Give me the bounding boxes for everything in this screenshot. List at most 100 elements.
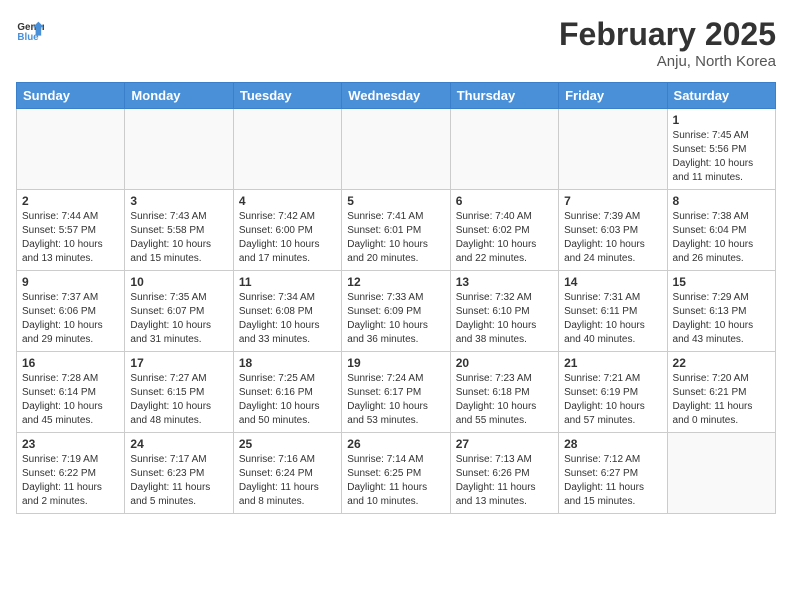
day-number: 10 [130, 275, 227, 289]
weekday-header: Tuesday [233, 83, 341, 109]
day-info: Sunrise: 7:25 AM Sunset: 6:16 PM Dayligh… [239, 372, 336, 428]
day-number: 24 [130, 437, 227, 451]
weekday-header: Monday [125, 83, 233, 109]
day-number: 19 [347, 356, 444, 370]
day-info: Sunrise: 7:43 AM Sunset: 5:58 PM Dayligh… [130, 210, 227, 266]
day-number: 13 [456, 275, 553, 289]
calendar-week-row: 16 Sunrise: 7:28 AM Sunset: 6:14 PM Dayli… [17, 352, 776, 433]
day-info: Sunrise: 7:23 AM Sunset: 6:18 PM Dayligh… [456, 372, 553, 428]
day-number: 4 [239, 194, 336, 208]
calendar-cell: 24 Sunrise: 7:17 AM Sunset: 6:23 PM Dayli… [125, 433, 233, 514]
calendar-week-row: 23 Sunrise: 7:19 AM Sunset: 6:22 PM Dayli… [17, 433, 776, 514]
day-info: Sunrise: 7:17 AM Sunset: 6:23 PM Dayligh… [130, 453, 227, 509]
calendar-cell: 15Sunrise: 7:29 AM Sunset: 6:13 PM Dayli… [667, 271, 775, 352]
calendar-cell [17, 109, 125, 190]
calendar-cell: 26 Sunrise: 7:14 AM Sunset: 6:25 PM Dayli… [342, 433, 450, 514]
day-info: Sunrise: 7:21 AM Sunset: 6:19 PM Dayligh… [564, 372, 661, 428]
location: Anju, North Korea [559, 53, 776, 70]
day-number: 14 [564, 275, 661, 289]
month-year: February 2025 [559, 16, 776, 53]
calendar-week-row: 1 Sunrise: 7:45 AM Sunset: 5:56 PM Daylig… [17, 109, 776, 190]
day-number: 27 [456, 437, 553, 451]
day-info: Sunrise: 7:14 AM Sunset: 6:25 PM Dayligh… [347, 453, 444, 509]
calendar-cell: 28 Sunrise: 7:12 AM Sunset: 6:27 PM Dayli… [559, 433, 667, 514]
day-number: 21 [564, 356, 661, 370]
calendar-cell: 16 Sunrise: 7:28 AM Sunset: 6:14 PM Dayli… [17, 352, 125, 433]
day-number: 6 [456, 194, 553, 208]
calendar-cell: 10 Sunrise: 7:35 AM Sunset: 6:07 PM Dayli… [125, 271, 233, 352]
calendar-cell [342, 109, 450, 190]
day-info: Sunrise: 7:24 AM Sunset: 6:17 PM Dayligh… [347, 372, 444, 428]
day-number: 8 [673, 194, 770, 208]
calendar-cell [450, 109, 558, 190]
calendar-cell: 19 Sunrise: 7:24 AM Sunset: 6:17 PM Dayli… [342, 352, 450, 433]
calendar-cell: 5Sunrise: 7:41 AM Sunset: 6:01 PM Daylig… [342, 190, 450, 271]
day-info: Sunrise: 7:37 AM Sunset: 6:06 PM Dayligh… [22, 291, 119, 347]
weekday-header-row: SundayMondayTuesdayWednesdayThursdayFrid… [17, 83, 776, 109]
day-info: Sunrise: 7:27 AM Sunset: 6:15 PM Dayligh… [130, 372, 227, 428]
calendar-cell: 20 Sunrise: 7:23 AM Sunset: 6:18 PM Dayli… [450, 352, 558, 433]
weekday-header: Wednesday [342, 83, 450, 109]
day-info: Sunrise: 7:33 AM Sunset: 6:09 PM Dayligh… [347, 291, 444, 347]
calendar-cell: 7 Sunrise: 7:39 AM Sunset: 6:03 PM Daylig… [559, 190, 667, 271]
calendar-cell: 8 Sunrise: 7:38 AM Sunset: 6:04 PM Daylig… [667, 190, 775, 271]
day-info: Sunrise: 7:39 AM Sunset: 6:03 PM Dayligh… [564, 210, 661, 266]
calendar-cell: 3Sunrise: 7:43 AM Sunset: 5:58 PM Daylig… [125, 190, 233, 271]
calendar-cell: 6 Sunrise: 7:40 AM Sunset: 6:02 PM Daylig… [450, 190, 558, 271]
day-number: 18 [239, 356, 336, 370]
day-info: Sunrise: 7:13 AM Sunset: 6:26 PM Dayligh… [456, 453, 553, 509]
day-number: 26 [347, 437, 444, 451]
day-number: 28 [564, 437, 661, 451]
day-info: Sunrise: 7:35 AM Sunset: 6:07 PM Dayligh… [130, 291, 227, 347]
calendar-week-row: 2 Sunrise: 7:44 AM Sunset: 5:57 PM Daylig… [17, 190, 776, 271]
day-info: Sunrise: 7:19 AM Sunset: 6:22 PM Dayligh… [22, 453, 119, 509]
calendar-cell [667, 433, 775, 514]
calendar-cell [125, 109, 233, 190]
calendar-cell: 4 Sunrise: 7:42 AM Sunset: 6:00 PM Daylig… [233, 190, 341, 271]
day-info: Sunrise: 7:28 AM Sunset: 6:14 PM Dayligh… [22, 372, 119, 428]
day-info: Sunrise: 7:42 AM Sunset: 6:00 PM Dayligh… [239, 210, 336, 266]
day-number: 11 [239, 275, 336, 289]
day-info: Sunrise: 7:12 AM Sunset: 6:27 PM Dayligh… [564, 453, 661, 509]
day-number: 5 [347, 194, 444, 208]
page-header: General Blue February 2025 Anju, North K… [16, 16, 776, 70]
calendar-cell: 17 Sunrise: 7:27 AM Sunset: 6:15 PM Dayli… [125, 352, 233, 433]
day-info: Sunrise: 7:32 AM Sunset: 6:10 PM Dayligh… [456, 291, 553, 347]
day-info: Sunrise: 7:16 AM Sunset: 6:24 PM Dayligh… [239, 453, 336, 509]
calendar-cell: 12 Sunrise: 7:33 AM Sunset: 6:09 PM Dayli… [342, 271, 450, 352]
weekday-header: Friday [559, 83, 667, 109]
day-number: 12 [347, 275, 444, 289]
calendar-cell [233, 109, 341, 190]
day-number: 20 [456, 356, 553, 370]
calendar-cell: 21 Sunrise: 7:21 AM Sunset: 6:19 PM Dayli… [559, 352, 667, 433]
calendar-cell: 11Sunrise: 7:34 AM Sunset: 6:08 PM Dayli… [233, 271, 341, 352]
day-number: 1 [673, 113, 770, 127]
calendar-cell: 22Sunrise: 7:20 AM Sunset: 6:21 PM Dayli… [667, 352, 775, 433]
weekday-header: Sunday [17, 83, 125, 109]
month-title: February 2025 Anju, North Korea [559, 16, 776, 70]
weekday-header: Thursday [450, 83, 558, 109]
calendar-cell: 13 Sunrise: 7:32 AM Sunset: 6:10 PM Dayli… [450, 271, 558, 352]
day-number: 23 [22, 437, 119, 451]
calendar-cell: 27 Sunrise: 7:13 AM Sunset: 6:26 PM Dayli… [450, 433, 558, 514]
day-info: Sunrise: 7:38 AM Sunset: 6:04 PM Dayligh… [673, 210, 770, 266]
day-info: Sunrise: 7:44 AM Sunset: 5:57 PM Dayligh… [22, 210, 119, 266]
day-number: 17 [130, 356, 227, 370]
day-number: 2 [22, 194, 119, 208]
logo-icon: General Blue [16, 16, 44, 44]
day-info: Sunrise: 7:40 AM Sunset: 6:02 PM Dayligh… [456, 210, 553, 266]
day-number: 9 [22, 275, 119, 289]
day-number: 7 [564, 194, 661, 208]
day-number: 25 [239, 437, 336, 451]
calendar-cell: 23 Sunrise: 7:19 AM Sunset: 6:22 PM Dayli… [17, 433, 125, 514]
day-info: Sunrise: 7:20 AM Sunset: 6:21 PM Dayligh… [673, 372, 770, 428]
calendar-table: SundayMondayTuesdayWednesdayThursdayFrid… [16, 82, 776, 514]
calendar-week-row: 9 Sunrise: 7:37 AM Sunset: 6:06 PM Daylig… [17, 271, 776, 352]
calendar-cell: 25 Sunrise: 7:16 AM Sunset: 6:24 PM Dayli… [233, 433, 341, 514]
day-info: Sunrise: 7:45 AM Sunset: 5:56 PM Dayligh… [673, 129, 770, 185]
calendar-cell: 14Sunrise: 7:31 AM Sunset: 6:11 PM Dayli… [559, 271, 667, 352]
calendar-cell: 9 Sunrise: 7:37 AM Sunset: 6:06 PM Daylig… [17, 271, 125, 352]
logo: General Blue [16, 16, 48, 44]
calendar-cell: 18 Sunrise: 7:25 AM Sunset: 6:16 PM Dayli… [233, 352, 341, 433]
day-number: 16 [22, 356, 119, 370]
